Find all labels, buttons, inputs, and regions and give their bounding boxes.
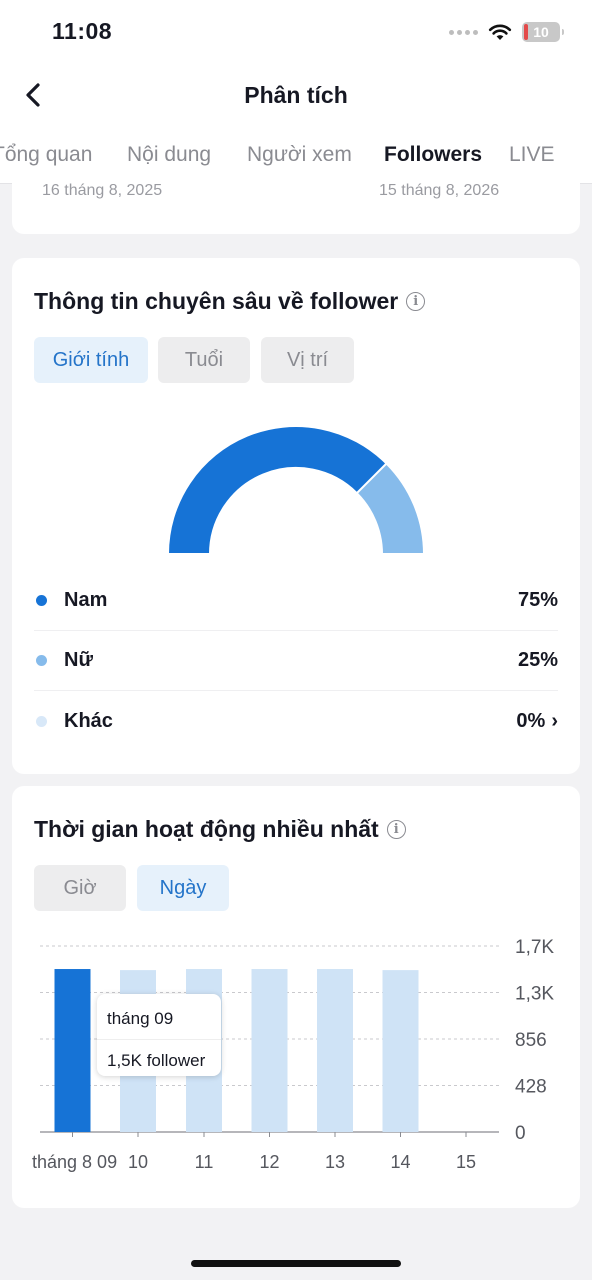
legend-value-male: 75%: [517, 589, 558, 611]
tab-content[interactable]: Nội dung: [127, 143, 211, 167]
y-tick-label: 0: [515, 1123, 526, 1144]
y-tick-label: 856: [515, 1030, 547, 1051]
follower-insights-card: Thông tin chuyên sâu về follower i Giới …: [12, 258, 580, 774]
chart-bar-5[interactable]: [382, 970, 419, 1132]
x-tick-label: 12: [259, 1152, 279, 1172]
legend-label-other: Khác: [64, 709, 113, 732]
donut-slice-0: [166, 425, 388, 554]
chevron-right-icon[interactable]: ›: [551, 710, 558, 733]
legend-row-female: Nữ 25%: [34, 631, 558, 691]
date-end: 15 tháng 8, 2026: [379, 182, 500, 199]
tab-overview[interactable]: Tổng quan: [0, 143, 92, 167]
y-tick-label: 1,3K: [515, 984, 554, 1005]
x-tick-label: 14: [390, 1152, 410, 1172]
filter-age[interactable]: Tuổi: [158, 337, 250, 383]
date-start: 16 tháng 8, 2025: [42, 182, 163, 199]
tab-live[interactable]: LIVE: [509, 143, 555, 167]
active-time-card: Thời gian hoạt động nhiều nhất i Giờ Ngà…: [12, 786, 580, 1208]
battery-icon: 10: [522, 22, 564, 42]
tab-viewers[interactable]: Người xem: [247, 143, 352, 167]
nav-bar: Phân tích: [0, 64, 592, 126]
legend-dot-female: [36, 655, 47, 666]
filter-gender[interactable]: Giới tính: [34, 337, 148, 383]
legend-dot-male: [36, 595, 47, 606]
page-title: Phân tích: [244, 82, 348, 108]
legend-dot-other: [36, 715, 47, 727]
tooltip-divider: [97, 1039, 221, 1040]
y-tick-label: 428: [515, 1077, 547, 1098]
info-icon[interactable]: i: [406, 292, 426, 311]
tab-followers[interactable]: Followers: [384, 143, 482, 167]
wifi-icon: [488, 24, 512, 40]
signal-icon: [449, 29, 478, 35]
status-time: 11:08: [52, 18, 113, 44]
x-tick-label: 15: [456, 1152, 476, 1172]
legend-row-male: Nam 75%: [34, 571, 558, 631]
battery-level: 10: [533, 24, 549, 40]
x-tick-label: 10: [128, 1152, 148, 1172]
x-tick-label: tháng 8 09: [32, 1152, 117, 1172]
status-bar: 11:08 10: [0, 0, 592, 64]
y-tick-label: 1,7K: [515, 937, 554, 958]
date-range-card: 16 tháng 8, 2025 15 tháng 8, 2026: [12, 170, 580, 234]
status-icons: 10: [449, 22, 564, 42]
chart-tooltip: tháng 09 1,5K follower: [97, 994, 221, 1076]
gender-donut-chart: [166, 425, 426, 554]
x-tick-label: 13: [325, 1152, 345, 1172]
legend-row-other[interactable]: Khác 0% ›: [34, 691, 558, 751]
x-tick-label: 11: [195, 1152, 214, 1172]
insights-title: Thông tin chuyên sâu về follower i: [34, 288, 426, 315]
legend-value-other: 0%: [516, 709, 546, 732]
home-indicator: [191, 1260, 401, 1267]
legend-label-female: Nữ: [64, 649, 93, 671]
filter-location[interactable]: Vị trí: [261, 337, 354, 383]
chart-bar-4[interactable]: [317, 969, 353, 1132]
tooltip-value: 1,5K follower: [107, 1051, 206, 1070]
chart-bar-0[interactable]: [54, 969, 91, 1132]
insights-title-text: Thông tin chuyên sâu về follower: [34, 288, 399, 314]
chart-bar-3[interactable]: [251, 969, 288, 1132]
legend-value-female: 25%: [517, 649, 558, 671]
tooltip-month: tháng 09: [107, 1009, 174, 1028]
legend-label-male: Nam: [64, 589, 108, 611]
